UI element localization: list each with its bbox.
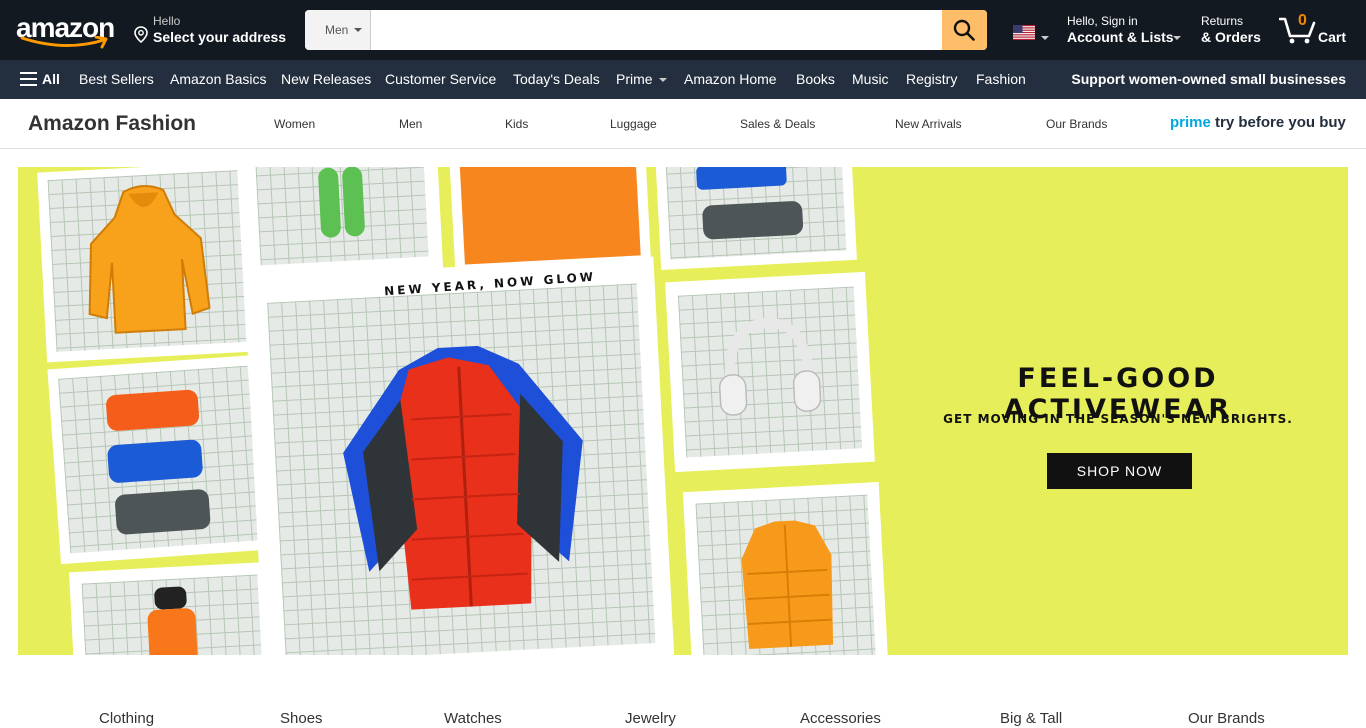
search-button[interactable]: [942, 10, 987, 50]
hamburger-icon: [20, 72, 37, 86]
orders-label: & Orders: [1201, 29, 1261, 45]
category-watches[interactable]: Watches: [444, 710, 502, 727]
language-caret-icon[interactable]: [1041, 36, 1049, 40]
subnav-kids[interactable]: Kids: [505, 117, 528, 131]
water-bottle-photo-tile: [68, 561, 276, 655]
account-greeting: Hello, Sign in: [1067, 14, 1138, 28]
nav-books[interactable]: Books: [796, 71, 835, 87]
returns-orders-link[interactable]: Returns & Orders: [1201, 14, 1267, 48]
all-menu-label: All: [42, 71, 60, 87]
nav-best-sellers[interactable]: Best Sellers: [79, 71, 154, 87]
folded-jackets-photo-tile: [47, 354, 271, 565]
subnav-new-arrivals[interactable]: New Arrivals: [895, 117, 962, 131]
category-accessories[interactable]: Accessories: [800, 710, 881, 727]
folded-jackets-image: [106, 389, 211, 535]
nav-amazon-basics[interactable]: Amazon Basics: [170, 71, 266, 87]
orange-fabric-image: [459, 167, 641, 265]
nav-promo-link[interactable]: Support women-owned small businesses: [1071, 71, 1346, 87]
nav-new-releases[interactable]: New Releases: [281, 71, 371, 87]
subnav-sales-deals[interactable]: Sales & Deals: [740, 117, 815, 131]
hero-banner[interactable]: NEW YEAR, NOW GLOW FEEL-GOOD ACTIVEWEAR …: [18, 167, 1348, 655]
hoodie-image: [88, 185, 211, 334]
shop-now-button[interactable]: SHOP NOW: [1047, 453, 1192, 489]
subnav-women[interactable]: Women: [274, 117, 315, 131]
fashion-subnav: Amazon Fashion Women Men Kids Luggage Sa…: [0, 99, 1366, 149]
orange-vest-photo-tile: [682, 482, 890, 655]
returns-label: Returns: [1201, 14, 1244, 28]
category-jewelry[interactable]: Jewelry: [625, 710, 676, 727]
search-input[interactable]: [371, 10, 942, 50]
main-nav: All Best Sellers Amazon Basics New Relea…: [0, 60, 1366, 99]
orange-vest-image: [741, 520, 834, 650]
blue-bag-photo-tile: [655, 167, 857, 271]
account-lists-menu[interactable]: Hello, Sign in Account & Lists: [1067, 14, 1187, 48]
smile-arrow-icon: [20, 36, 108, 49]
chevron-down-icon: [354, 28, 362, 32]
category-clothing[interactable]: Clothing: [99, 710, 154, 727]
hero-copy: FEEL-GOOD ACTIVEWEAR GET MOVING IN THE S…: [918, 363, 1318, 503]
nav-amazon-home[interactable]: Amazon Home: [684, 71, 777, 87]
cart-count: 0: [1298, 12, 1307, 29]
water-bottle-image: [147, 586, 198, 655]
search-category-value: Men: [325, 23, 349, 37]
prime-tagline: try before you buy: [1215, 114, 1346, 131]
nav-registry[interactable]: Registry: [906, 71, 957, 87]
nav-fashion[interactable]: Fashion: [976, 71, 1026, 87]
deliver-greeting: Hello: [153, 14, 181, 28]
subnav-our-brands[interactable]: Our Brands: [1046, 117, 1107, 131]
puffer-jacket-image: [343, 345, 583, 610]
headphones-image: [718, 318, 822, 416]
cart-button[interactable]: 0 Cart: [1279, 10, 1351, 50]
hero-subtitle: GET MOVING IN THE SEASON'S NEW BRIGHTS.: [943, 412, 1293, 426]
green-figure-photo-tile: [240, 167, 444, 281]
location-pin-icon: [134, 26, 148, 43]
deliver-to-address[interactable]: Hello Select your address: [134, 14, 294, 48]
category-big-tall[interactable]: Big & Tall: [1000, 710, 1062, 727]
amazon-logo[interactable]: amazon: [16, 8, 118, 52]
blue-bag-image: [696, 167, 804, 240]
prime-logo-word: prime: [1170, 114, 1211, 131]
search-bar: Men: [305, 10, 987, 50]
puffer-vest-photo-tile: [243, 256, 675, 655]
category-shoes[interactable]: Shoes: [280, 710, 323, 727]
top-header: amazon Hello Select your address Men Hel…: [0, 0, 1366, 60]
hoodie-photo-tile: [37, 167, 257, 363]
deliver-address-label: Select your address: [153, 29, 287, 45]
subnav-men[interactable]: Men: [399, 117, 422, 131]
chevron-down-icon: [658, 78, 667, 83]
nav-prime[interactable]: Prime: [616, 71, 667, 87]
cart-label: Cart: [1318, 29, 1347, 45]
headphones-photo-tile: [665, 271, 875, 473]
category-row: Clothing Shoes Watches Jewelry Accessori…: [0, 700, 1366, 728]
subnav-luggage[interactable]: Luggage: [610, 117, 657, 131]
nav-prime-label: Prime: [616, 71, 653, 87]
us-flag-icon[interactable]: [1013, 25, 1035, 40]
category-our-brands[interactable]: Our Brands: [1188, 710, 1265, 727]
green-shoes-image: [318, 167, 365, 238]
nav-todays-deals[interactable]: Today's Deals: [513, 71, 600, 87]
account-label: Account & Lists: [1067, 29, 1174, 45]
nav-customer-service[interactable]: Customer Service: [385, 71, 496, 87]
chevron-down-icon: [1173, 36, 1181, 40]
nav-music[interactable]: Music: [852, 71, 889, 87]
fashion-brand-link[interactable]: Amazon Fashion: [28, 112, 196, 136]
prime-try-before-you-buy-link[interactable]: prime try before you buy: [1170, 114, 1346, 131]
search-icon: [953, 19, 975, 41]
search-category-dropdown[interactable]: Men: [305, 10, 371, 50]
